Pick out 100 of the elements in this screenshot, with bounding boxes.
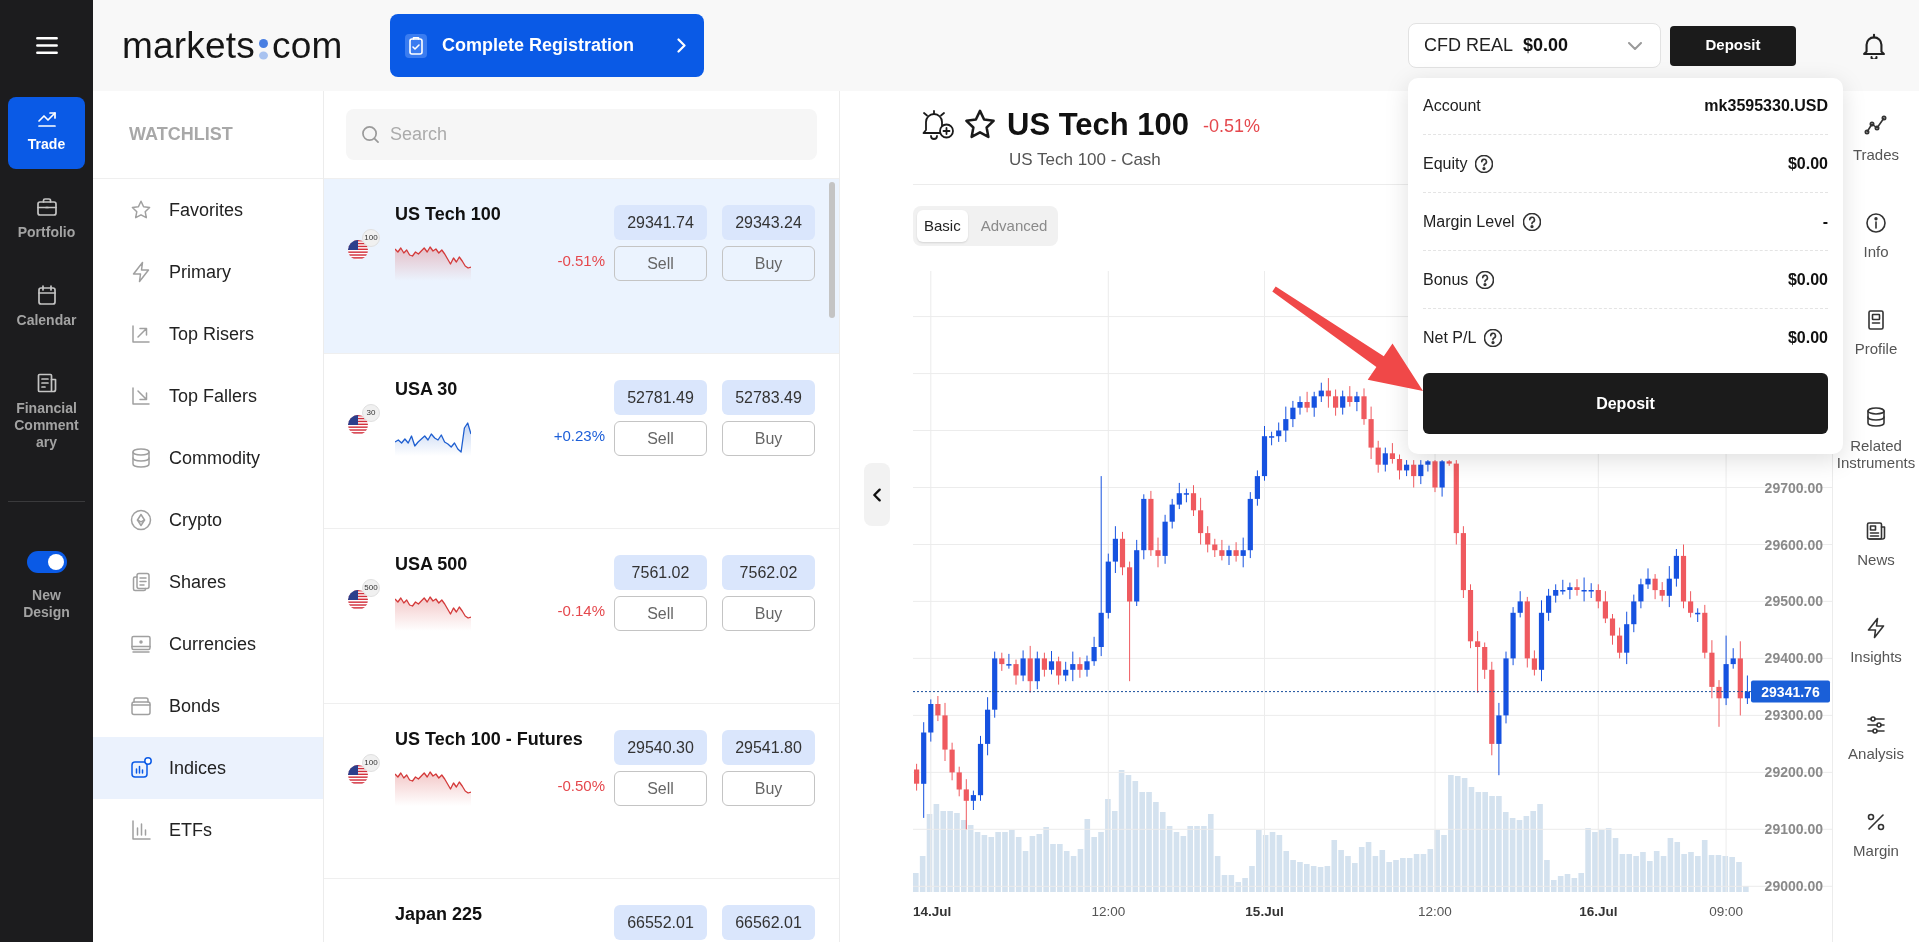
help-icon[interactable] <box>1476 270 1495 289</box>
buy-button[interactable]: Buy <box>722 771 815 806</box>
candlestick <box>1190 484 1197 517</box>
candlestick <box>1546 588 1552 622</box>
account-field-label: Account <box>1423 96 1481 116</box>
star-icon[interactable] <box>965 109 995 139</box>
bid-price[interactable]: 29540.30 <box>614 730 707 765</box>
time-axis-label: 14.Jul <box>913 903 952 919</box>
watchlist-item[interactable]: Indices <box>93 737 323 799</box>
bell-icon[interactable] <box>1862 32 1886 59</box>
candlestick <box>1581 577 1587 602</box>
nav-item[interactable]: Trade <box>8 97 85 169</box>
account-field-value: mk3595330.USD <box>1704 96 1828 116</box>
price-axis-label: 29500.00 <box>1764 593 1823 610</box>
candlestick <box>1333 389 1339 417</box>
side-panel-item[interactable]: Profile <box>1854 308 1898 357</box>
us-flag-icon <box>348 240 368 260</box>
briefcase-icon <box>34 195 59 219</box>
instrument-row[interactable]: 100 US Tech 100 -0.51% 29341.74 29343.24 Sell Buy <box>324 179 839 354</box>
candlestick <box>1645 567 1651 590</box>
candlestick <box>1056 656 1062 686</box>
current-price-tag: 29341.76 <box>1751 680 1830 703</box>
chevron-right-icon <box>677 38 686 53</box>
menu-icon[interactable] <box>35 37 58 54</box>
instrument-name: USA 30 <box>395 378 458 400</box>
side-panel-item[interactable]: Margin <box>1853 810 1899 859</box>
us-flag-icon <box>348 765 368 785</box>
deposit-button[interactable]: Deposit <box>1670 25 1796 66</box>
help-icon[interactable] <box>1475 154 1494 173</box>
ask-price[interactable]: 29541.80 <box>722 730 815 765</box>
help-icon[interactable] <box>1522 212 1541 231</box>
bid-price[interactable]: 66552.01 <box>614 905 707 940</box>
side-panel-item[interactable]: Related Instruments <box>1833 405 1919 471</box>
candlestick <box>1070 651 1076 682</box>
side-panel-item[interactable]: News <box>1857 519 1895 568</box>
price-axis-label: 29600.00 <box>1764 536 1823 553</box>
bar-chart-badge-icon <box>129 756 153 780</box>
bid-price[interactable]: 52781.49 <box>614 380 707 415</box>
account-field-value: $0.00 <box>1787 269 1828 290</box>
side-panel-item[interactable]: Info <box>1863 211 1889 260</box>
arrow-down-right-icon <box>129 384 153 408</box>
collapse-button[interactable] <box>864 463 890 526</box>
sliders-icon <box>1864 713 1888 737</box>
buy-button[interactable]: Buy <box>722 596 815 631</box>
account-field-label: Bonus <box>1423 269 1469 290</box>
ask-price[interactable]: 7562.02 <box>722 555 815 590</box>
side-panel-item[interactable]: Insights <box>1850 616 1902 665</box>
help-icon[interactable] <box>1484 329 1503 347</box>
bell-plus-icon[interactable] <box>921 108 955 140</box>
nav-item[interactable]: Financial Commentary <box>8 361 85 459</box>
deposit-button[interactable]: Deposit <box>1423 373 1828 434</box>
bid-price[interactable]: 29341.74 <box>614 205 707 240</box>
side-panel-item[interactable]: Analysis <box>1848 713 1904 762</box>
candlestick <box>1673 548 1679 588</box>
bid-price[interactable]: 7561.02 <box>614 555 707 590</box>
info-icon <box>1864 211 1888 235</box>
candlestick <box>1602 590 1608 624</box>
candlestick <box>1517 590 1523 618</box>
candlestick <box>1382 447 1388 472</box>
logo-dot-icon <box>259 39 268 60</box>
buy-button[interactable]: Buy <box>722 421 815 456</box>
instrument-subtitle: US Tech 100 - Cash <box>1009 149 1161 171</box>
candlestick <box>1475 630 1481 694</box>
sell-button[interactable]: Sell <box>614 421 707 456</box>
ask-price[interactable]: 29343.24 <box>722 205 815 240</box>
candlestick <box>1340 390 1346 416</box>
sell-button[interactable]: Sell <box>614 596 707 631</box>
candlestick <box>1084 655 1090 678</box>
ask-price[interactable]: 52783.49 <box>722 380 815 415</box>
candlestick <box>1226 545 1232 566</box>
instrument-title: US Tech 100 <box>1007 108 1190 140</box>
candlestick <box>1063 661 1069 682</box>
candlestick <box>1631 594 1637 633</box>
sell-button[interactable]: Sell <box>614 771 707 806</box>
chart-mode-tab[interactable]: Basic <box>917 210 968 242</box>
price-axis-label: 29000.00 <box>1764 878 1823 895</box>
candlestick <box>1617 627 1623 659</box>
nav-item[interactable]: Calendar <box>8 273 85 345</box>
candlestick <box>1112 525 1118 574</box>
candlestick <box>1240 537 1246 568</box>
nav-item[interactable]: Portfolio <box>8 185 85 257</box>
us-flag-icon <box>348 590 368 610</box>
search-field[interactable]: Search <box>346 109 817 160</box>
registration-button[interactable]: Complete Registration <box>390 14 704 77</box>
scrollbar[interactable] <box>829 182 835 318</box>
candlestick <box>1659 581 1665 602</box>
candlestick <box>970 790 976 811</box>
price-axis-label: 29200.00 <box>1764 764 1823 781</box>
account-selector[interactable]: CFD REAL $0.00 <box>1408 23 1661 68</box>
ask-price[interactable]: 66562.01 <box>722 905 815 940</box>
candlestick <box>1048 650 1055 675</box>
sell-button[interactable]: Sell <box>614 246 707 281</box>
candlestick <box>1347 385 1353 408</box>
toggle-switch[interactable] <box>26 551 67 573</box>
side-panel-item[interactable]: Trades <box>1852 114 1900 163</box>
index-badge: 500 <box>362 579 380 597</box>
candlestick <box>956 766 962 797</box>
buy-button[interactable]: Buy <box>722 246 815 281</box>
time-axis-label: 16.Jul <box>1579 903 1618 919</box>
candlestick <box>1375 440 1381 474</box>
